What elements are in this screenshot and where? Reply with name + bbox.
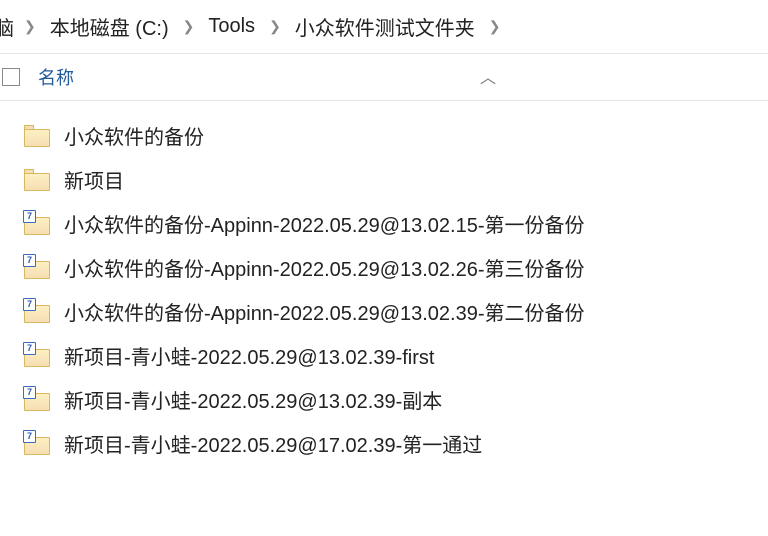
chevron-right-icon: ❯ [479, 18, 511, 35]
file-name: 新项目 [64, 165, 124, 194]
file-row[interactable]: 7 新项目-青小蛙-2022.05.29@13.02.39-first [24, 333, 768, 377]
breadcrumb-item-tools[interactable]: Tools [204, 15, 259, 38]
archive-folder-icon: 7 [24, 343, 50, 367]
archive-badge-icon: 7 [23, 342, 36, 355]
file-name: 小众软件的备份-Appinn-2022.05.29@13.02.26-第三份备份 [64, 253, 585, 282]
file-name: 小众软件的备份-Appinn-2022.05.29@13.02.15-第一份备份 [64, 209, 585, 238]
archive-folder-icon: 7 [24, 299, 50, 323]
breadcrumb[interactable]: 脑 ❯ 本地磁盘 (C:) ❯ Tools ❯ 小众软件测试文件夹 ❯ [0, 0, 768, 53]
select-all-checkbox[interactable] [2, 68, 20, 86]
file-name: 新项目-青小蛙-2022.05.29@13.02.39-副本 [64, 385, 442, 414]
archive-folder-icon: 7 [24, 431, 50, 455]
file-row[interactable]: 7 新项目-青小蛙-2022.05.29@17.02.39-第一通过 [24, 421, 768, 465]
breadcrumb-item-current[interactable]: 小众软件测试文件夹 [291, 12, 479, 41]
file-row[interactable]: 7 小众软件的备份-Appinn-2022.05.29@13.02.26-第三份备… [24, 245, 768, 289]
chevron-right-icon: ❯ [14, 18, 46, 35]
file-list: 小众软件的备份新项目 7 小众软件的备份-Appinn-2022.05.29@13.… [0, 101, 768, 465]
breadcrumb-item-truncated[interactable]: 脑 [0, 12, 14, 41]
file-name: 新项目-青小蛙-2022.05.29@17.02.39-第一通过 [64, 429, 482, 458]
breadcrumb-item-drive[interactable]: 本地磁盘 (C:) [46, 12, 173, 41]
archive-folder-icon: 7 [24, 211, 50, 235]
archive-badge-icon: 7 [23, 430, 36, 443]
file-row[interactable]: 7 小众软件的备份-Appinn-2022.05.29@13.02.15-第一份备… [24, 201, 768, 245]
file-name: 新项目-青小蛙-2022.05.29@13.02.39-first [64, 341, 434, 370]
folder-icon [24, 123, 50, 147]
column-header-name[interactable]: 名称 [38, 64, 74, 90]
folder-icon [24, 167, 50, 191]
file-row[interactable]: 7 小众软件的备份-Appinn-2022.05.29@13.02.39-第二份备… [24, 289, 768, 333]
column-header-row: 名称 ︿ [0, 54, 768, 100]
archive-folder-icon: 7 [24, 387, 50, 411]
file-row[interactable]: 新项目 [24, 157, 768, 201]
file-row[interactable]: 小众软件的备份 [24, 113, 768, 157]
archive-badge-icon: 7 [23, 298, 36, 311]
archive-badge-icon: 7 [23, 210, 36, 223]
sort-indicator-icon[interactable]: ︿ [480, 64, 496, 88]
archive-badge-icon: 7 [23, 254, 36, 267]
archive-folder-icon: 7 [24, 255, 50, 279]
file-row[interactable]: 7 新项目-青小蛙-2022.05.29@13.02.39-副本 [24, 377, 768, 421]
archive-badge-icon: 7 [23, 386, 36, 399]
chevron-right-icon: ❯ [173, 18, 205, 35]
file-name: 小众软件的备份 [64, 121, 204, 150]
file-name: 小众软件的备份-Appinn-2022.05.29@13.02.39-第二份备份 [64, 297, 585, 326]
chevron-right-icon: ❯ [259, 18, 291, 35]
